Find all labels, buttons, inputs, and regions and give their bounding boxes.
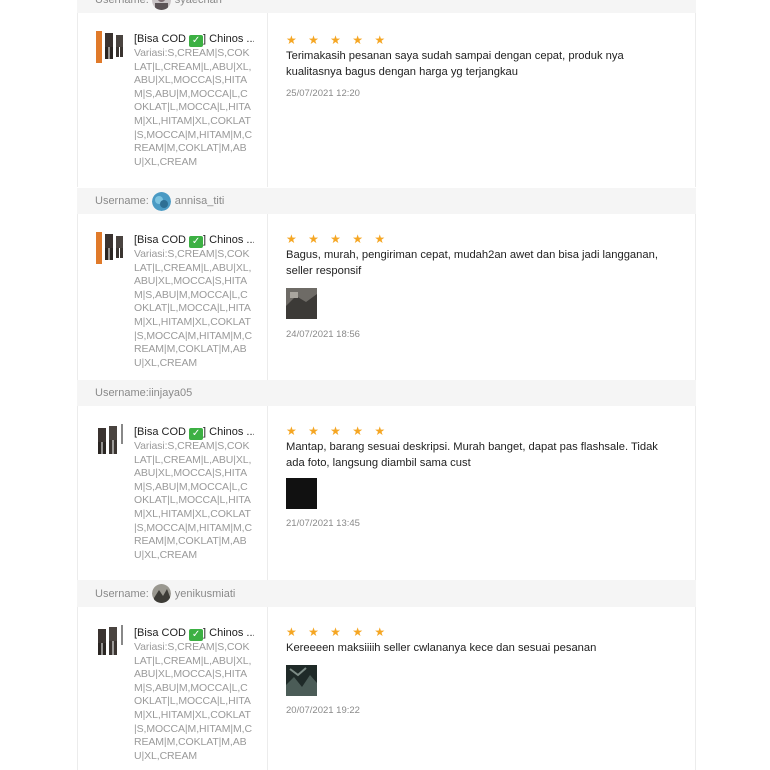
product-title[interactable]: [Bisa COD ✓] Chinos ... bbox=[134, 234, 254, 248]
check-icon: ✓ bbox=[189, 236, 204, 248]
review-card: [Bisa COD ✓] Chinos ... Variasi:S,CREAM|… bbox=[77, 13, 696, 187]
username[interactable]: yenikusmiati bbox=[175, 588, 236, 600]
product-variant: Variasi:S,CREAM|S,COKLAT|L,CREAM|L,ABU|X… bbox=[134, 47, 252, 168]
product-variant: Variasi:S,CREAM|S,COKLAT|L,CREAM|L,ABU|X… bbox=[134, 641, 252, 762]
product-info: [Bisa COD ✓] Chinos ... Variasi:S,CREAM|… bbox=[78, 406, 268, 580]
review-photo[interactable] bbox=[286, 288, 317, 319]
username-label: Username: bbox=[95, 587, 149, 600]
review-date: 20/07/2021 19:22 bbox=[286, 705, 360, 716]
review-card: [Bisa COD ✓] Chinos ... Variasi:S,CREAM|… bbox=[77, 607, 696, 770]
product-variant: Variasi:S,CREAM|S,COKLAT|L,CREAM|L,ABU|X… bbox=[134, 248, 252, 369]
product-thumbnail[interactable] bbox=[96, 625, 126, 657]
product-title[interactable]: [Bisa COD ✓] Chinos ... bbox=[134, 33, 254, 47]
review-text: Kereeeen maksiiiih seller cwlananya kece… bbox=[286, 642, 597, 654]
review-photo[interactable] bbox=[286, 478, 317, 509]
username[interactable]: syaechah bbox=[175, 0, 222, 6]
product-info: [Bisa COD ✓] Chinos ... Variasi:S,CREAM|… bbox=[78, 214, 268, 384]
review-user-bar: Username: syaechah bbox=[77, 0, 696, 13]
product-info: [Bisa COD ✓] Chinos ... Variasi:S,CREAM|… bbox=[78, 607, 268, 770]
review-user-bar: Username: annisa_titi bbox=[77, 188, 696, 214]
review-date: 25/07/2021 12:20 bbox=[286, 88, 360, 99]
product-thumbnail[interactable] bbox=[96, 31, 126, 63]
review-user-bar: Username: yenikusmiati bbox=[77, 580, 696, 607]
star-rating: ★ ★ ★ ★ ★ bbox=[286, 424, 390, 438]
username[interactable]: annisa_titi bbox=[175, 195, 225, 207]
product-thumbnail[interactable] bbox=[96, 424, 126, 456]
user-avatar[interactable] bbox=[151, 584, 171, 603]
review-date: 24/07/2021 18:56 bbox=[286, 329, 360, 340]
review-list: Username: syaechah [Bisa COD ✓] Chinos .… bbox=[77, 0, 696, 770]
check-icon: ✓ bbox=[189, 629, 204, 641]
product-title[interactable]: [Bisa COD ✓] Chinos ... bbox=[134, 627, 254, 641]
user-avatar[interactable] bbox=[151, 0, 171, 10]
username-label: Username: bbox=[95, 387, 149, 399]
star-rating: ★ ★ ★ ★ ★ bbox=[286, 232, 390, 246]
check-icon: ✓ bbox=[189, 35, 204, 47]
user-avatar[interactable] bbox=[151, 191, 171, 211]
username-label: Username: bbox=[95, 195, 149, 207]
review-photo[interactable] bbox=[286, 665, 317, 696]
review-text: Bagus, murah, pengiriman cepat, mudah2an… bbox=[286, 249, 658, 277]
review-card: [Bisa COD ✓] Chinos ... Variasi:S,CREAM|… bbox=[77, 406, 696, 580]
review-user-bar: Username: iinjaya05 bbox=[77, 380, 696, 406]
review-text: Terimakasih pesanan saya sudah sampai de… bbox=[286, 50, 624, 78]
product-thumbnail[interactable] bbox=[96, 232, 126, 264]
review-date: 21/07/2021 13:45 bbox=[286, 518, 360, 529]
review-text: Mantap, barang sesuai deskripsi. Murah b… bbox=[286, 441, 658, 469]
username-label: Username: bbox=[95, 0, 149, 6]
star-rating: ★ ★ ★ ★ ★ bbox=[286, 625, 390, 639]
product-info: [Bisa COD ✓] Chinos ... Variasi:S,CREAM|… bbox=[78, 13, 268, 187]
product-title[interactable]: [Bisa COD ✓] Chinos ... bbox=[134, 426, 254, 440]
username[interactable]: iinjaya05 bbox=[149, 387, 192, 399]
check-icon: ✓ bbox=[189, 428, 204, 440]
review-card: [Bisa COD ✓] Chinos ... Variasi:S,CREAM|… bbox=[77, 214, 696, 384]
product-variant: Variasi:S,CREAM|S,COKLAT|L,CREAM|L,ABU|X… bbox=[134, 440, 252, 561]
star-rating: ★ ★ ★ ★ ★ bbox=[286, 33, 390, 47]
